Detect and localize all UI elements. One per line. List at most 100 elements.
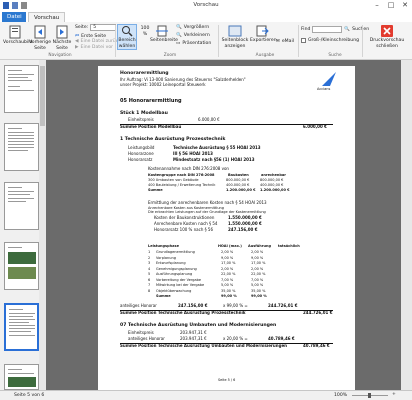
tab-file[interactable]: Datei — [2, 12, 26, 22]
doc-phase-name: Objektüberwachung — [156, 288, 192, 293]
thumbnail-scrollbar[interactable] — [39, 60, 46, 390]
document-page: Honorarermittlung Ihr Auftrag: Vi 13-000… — [98, 66, 355, 390]
doc-sec7-r2-pct: x 20,00 % = — [223, 336, 248, 341]
doc-phase-actual: 22,00 % — [251, 272, 266, 276]
tab-preview[interactable]: Vorschau — [28, 12, 66, 22]
thumbnail-page-3[interactable] — [4, 182, 39, 230]
doc-phase-num: 2 — [148, 255, 151, 260]
doc-phase-name: Genehmigungsplanung — [156, 266, 197, 271]
doc-phase-name: Grundlagenermittlung — [156, 250, 195, 254]
doc-anteil-v3: 244.726,01 € — [268, 303, 298, 308]
doc-calc-value: 247.156,00 € — [228, 227, 258, 232]
doc-header-line2: unser Projekt: 10002 Leineportal Steuwer… — [120, 82, 206, 87]
next-page-label: Nächste Seite — [52, 40, 72, 51]
doc-anteil-v1: 247.156,00 € — [178, 303, 208, 308]
case-sensitive-label: Groß-/Kleinschreibung — [308, 38, 360, 43]
doc-phase-max: 7,00 % — [221, 277, 234, 282]
enlarge-label: Vergrößern — [183, 25, 210, 30]
search-input[interactable] — [312, 26, 343, 33]
zoom-in-icon: 🔍 — [176, 25, 182, 30]
doc-cost-cell: 1.200.000,00 € — [260, 188, 290, 192]
presentation-icon: ▭ — [176, 41, 181, 46]
scrollbar-thumb[interactable] — [40, 66, 45, 126]
show-pageblock-label: Seitenblock anzeigen — [221, 38, 249, 49]
doc-item1-sub: Einheitspreis — [128, 117, 154, 122]
doc-item1-sum: Summe Position Modellbau — [120, 124, 182, 129]
minimize-button[interactable]: – — [370, 0, 384, 11]
export-icon — [256, 25, 269, 37]
group-output-label: Ausgabe — [255, 53, 275, 58]
next-file-label: Eine Datei vor — [80, 45, 114, 50]
next-file-button[interactable]: ▶ Eine Datei vor — [75, 45, 113, 50]
doc-sec7-r2-res: 40.789,46 € — [268, 336, 295, 341]
shrink-label: Verkleinern — [183, 33, 210, 38]
doc-cost-cell: Summe — [148, 188, 163, 192]
doc-sum2-val: 244.726,01 € — [303, 310, 333, 315]
thumbnail-page-4[interactable] — [4, 242, 39, 290]
doc-sec7-title: 07 Technische Ausrüstung Umbauten und Mo… — [120, 323, 277, 328]
email-icon: ✉ — [276, 39, 280, 44]
select-area-label: Bereich wählen — [118, 38, 136, 49]
doc-phase-max: 22,00 % — [221, 272, 236, 276]
page-info: Seite 5 von 6 — [14, 393, 45, 398]
page-width-label: Seitenbreite — [150, 38, 178, 43]
shrink-button[interactable]: 🔍 Verkleinern — [176, 33, 210, 38]
enlarge-button[interactable]: 🔍 Vergrößern — [176, 25, 209, 30]
checkbox-icon — [301, 38, 306, 43]
doc-sec7-sum-val: 40.789,46 € — [303, 343, 330, 348]
separator — [362, 25, 363, 57]
close-preview-button[interactable]: Druckvorschau schließen — [364, 25, 410, 49]
separator — [218, 25, 219, 57]
thumbnail-page-1[interactable] — [4, 65, 39, 113]
page-width-icon — [156, 25, 168, 37]
thumbnail-page-5[interactable] — [4, 303, 39, 351]
doc-phase-num: 6 — [148, 277, 151, 282]
doc-anteil-v2: x 99,00 % = — [223, 303, 248, 308]
doc-item1-total: 6.000,00 € — [303, 124, 327, 129]
window-title: Vorschau — [193, 2, 219, 8]
doc-phase-max: 5,00 % — [221, 283, 234, 287]
case-sensitive-checkbox[interactable]: Groß-/Kleinschreibung — [301, 38, 359, 43]
ribbon-tabs: Datei Vorschau — [0, 12, 412, 22]
thumbnail-icon — [9, 25, 21, 39]
accians-logo-icon — [322, 72, 336, 86]
doc-phase-head: HOAI (max.) — [218, 244, 242, 248]
close-icon — [381, 25, 393, 37]
separator — [115, 25, 116, 57]
doc-phase-actual: 2,00 % — [251, 266, 264, 271]
close-window-button[interactable]: ✕ — [398, 0, 412, 11]
group-navigation-label: Navigation — [48, 53, 72, 58]
zoom-in-plus-icon[interactable]: + — [392, 392, 396, 397]
main-scrollbar[interactable] — [401, 60, 412, 390]
export-button[interactable]: Exportieren — [250, 25, 277, 44]
thumbnail-page-2[interactable] — [4, 123, 39, 171]
doc-phase-name: Mitwirkung bei der Vergabe — [156, 283, 205, 287]
doc-phase-max: 99,00 % — [221, 294, 237, 298]
search-label: Find — [301, 27, 311, 32]
page-input[interactable]: 5 — [90, 24, 117, 31]
maximize-button[interactable]: □ — [384, 0, 398, 11]
doc-sec7-r2-val: 203.947,31 € — [180, 336, 207, 341]
doc-logo-text: Accians — [317, 87, 331, 91]
doc-phase-num: 8 — [148, 288, 151, 293]
doc-tech-row-value: Mindestsatz nach §56 (1) HOAI 2013 — [173, 157, 255, 162]
select-area-button[interactable]: Bereich wählen — [117, 24, 137, 50]
doc-phase-num: 3 — [148, 261, 151, 265]
doc-phase-name: Entwurfsplanung — [156, 261, 186, 265]
doc-phase-head: Ausführung — [248, 244, 272, 248]
zoom-level: 100% — [334, 393, 348, 398]
zoom-slider-thumb[interactable] — [368, 393, 371, 398]
doc-phase-actual: 2,00 % — [251, 250, 264, 254]
show-pageblock-button[interactable]: Seitenblock anzeigen — [221, 25, 249, 49]
email-button[interactable]: ✉ eMail — [276, 39, 294, 44]
doc-sec7-r2-label: anteiliges Honorar — [128, 336, 165, 341]
page-label: Seite: — [75, 25, 89, 30]
prev-page-button[interactable]: Vorherige Seite — [29, 25, 51, 51]
presentation-button[interactable]: ▭ Präsentation — [176, 41, 211, 46]
doc-tech-row-label: Honorarsatz — [128, 157, 153, 162]
next-page-button[interactable]: Nächste Seite — [52, 25, 72, 51]
export-label: Exportieren — [250, 38, 277, 43]
page-width-button[interactable]: Seitenbreite — [150, 25, 178, 44]
thumbnail-page-6[interactable] — [4, 364, 39, 390]
thumbnail-button[interactable]: Vorschaubild — [3, 25, 32, 46]
